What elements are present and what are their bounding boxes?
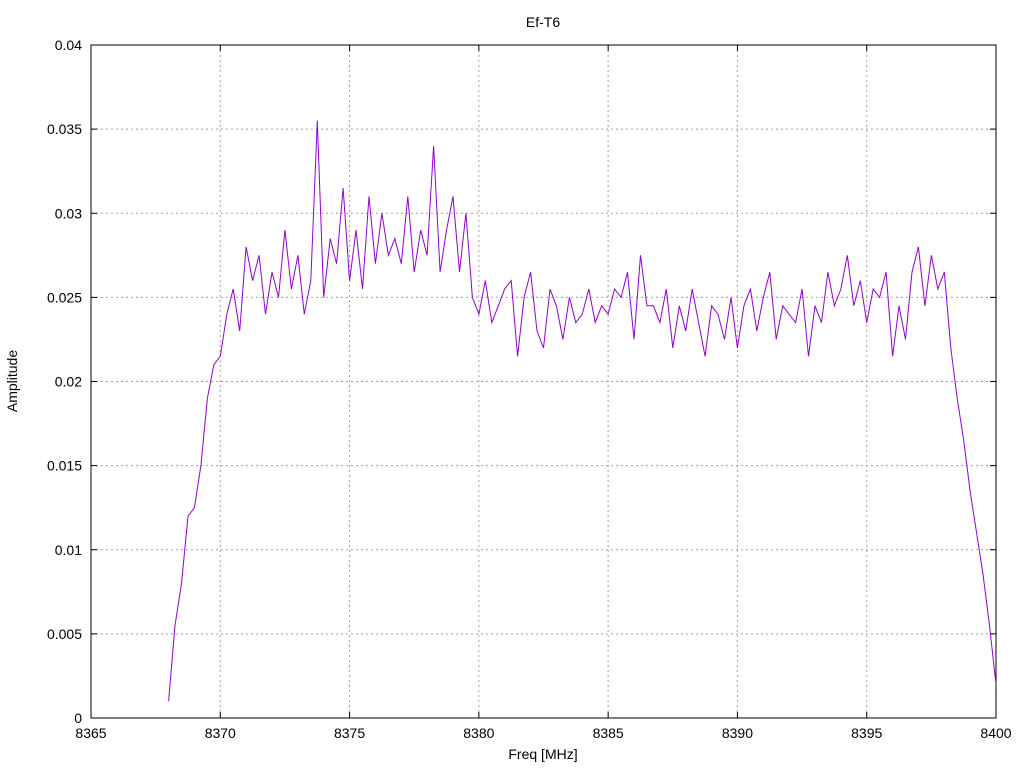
- x-tick-label: 8375: [334, 725, 365, 741]
- line-chart: 8365 8370 8375 8380 8385 8390 8395 8400 0 0.005 0…: [0, 0, 1024, 768]
- y-tick-label: 0.01: [55, 542, 82, 558]
- x-axis-label: Freq [MHz]: [508, 746, 577, 762]
- x-tick-label: 8395: [851, 725, 882, 741]
- chart-title: Ef-T6: [526, 14, 560, 30]
- y-tick-label: 0.035: [47, 121, 82, 137]
- y-tick-label: 0.025: [47, 289, 82, 305]
- y-tick-label: 0.005: [47, 626, 82, 642]
- x-tick-label: 8380: [463, 725, 494, 741]
- y-tick-label: 0.015: [47, 458, 82, 474]
- y-tick-label: 0.04: [55, 37, 82, 53]
- x-tick-label: 8390: [722, 725, 753, 741]
- x-tick-label: 8385: [593, 725, 624, 741]
- y-tick-label: 0: [74, 710, 82, 726]
- y-tick-label: 0.03: [55, 205, 82, 221]
- chart-background: [0, 0, 1024, 768]
- x-tick-label: 8370: [205, 725, 236, 741]
- x-tick-label: 8400: [980, 725, 1011, 741]
- y-tick-label: 0.02: [55, 374, 82, 390]
- x-tick-label: 8365: [75, 725, 106, 741]
- y-axis-label: Amplitude: [4, 350, 20, 412]
